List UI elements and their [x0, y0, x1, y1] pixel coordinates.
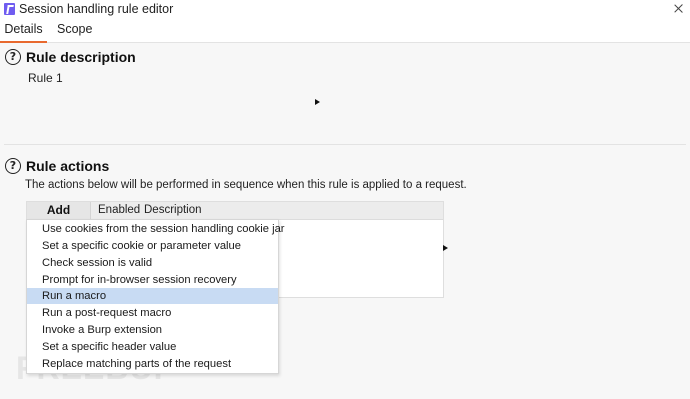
menu-item-check-session[interactable]: Check session is valid [27, 255, 278, 271]
add-button[interactable]: Add [27, 202, 91, 219]
column-header-enabled[interactable]: Enabled [98, 202, 140, 219]
rule-description-value[interactable]: Rule 1 [28, 71, 63, 85]
menu-item-run-post-request-macro[interactable]: Run a post-request macro [27, 305, 278, 321]
add-action-menu: Use cookies from the session handling co… [26, 219, 285, 374]
window-title: Session handling rule editor [19, 2, 174, 16]
tab-bar: Details Scope [0, 19, 690, 43]
menu-item-invoke-extension[interactable]: Invoke a Burp extension [27, 322, 278, 338]
menu-item-set-cookie-param[interactable]: Set a specific cookie or parameter value [27, 238, 278, 254]
menu-item-replace-request-parts[interactable]: Replace matching parts of the request [27, 356, 278, 372]
cursor-marker-icon [443, 245, 448, 251]
cursor-marker-icon [315, 99, 320, 105]
title-bar: Session handling rule editor [0, 0, 690, 19]
tab-scope[interactable]: Scope [57, 22, 92, 36]
column-header-description[interactable]: Description [144, 202, 202, 219]
rule-actions-help-text: The actions below will be performed in s… [25, 179, 467, 191]
menu-item-prompt-recovery[interactable]: Prompt for in-browser session recovery [27, 272, 278, 288]
burp-app-icon [4, 3, 15, 15]
menu-item-set-header[interactable]: Set a specific header value [27, 339, 278, 355]
section-divider [4, 144, 686, 145]
menu-item-run-macro[interactable]: Run a macro [27, 288, 278, 304]
rule-description-heading: Rule description [26, 49, 136, 65]
tab-details[interactable]: Details [0, 22, 47, 43]
menu-item-use-cookies[interactable]: Use cookies from the session handling co… [27, 221, 285, 237]
close-icon[interactable] [672, 2, 686, 16]
table-header: Add Enabled Description [27, 202, 443, 220]
session-rule-editor-window: FREEBUF Session handling rule editor Det… [0, 0, 690, 399]
question-circle-icon[interactable]: ? [5, 158, 21, 174]
rule-actions-heading: Rule actions [26, 158, 110, 174]
question-circle-icon[interactable]: ? [5, 49, 21, 65]
